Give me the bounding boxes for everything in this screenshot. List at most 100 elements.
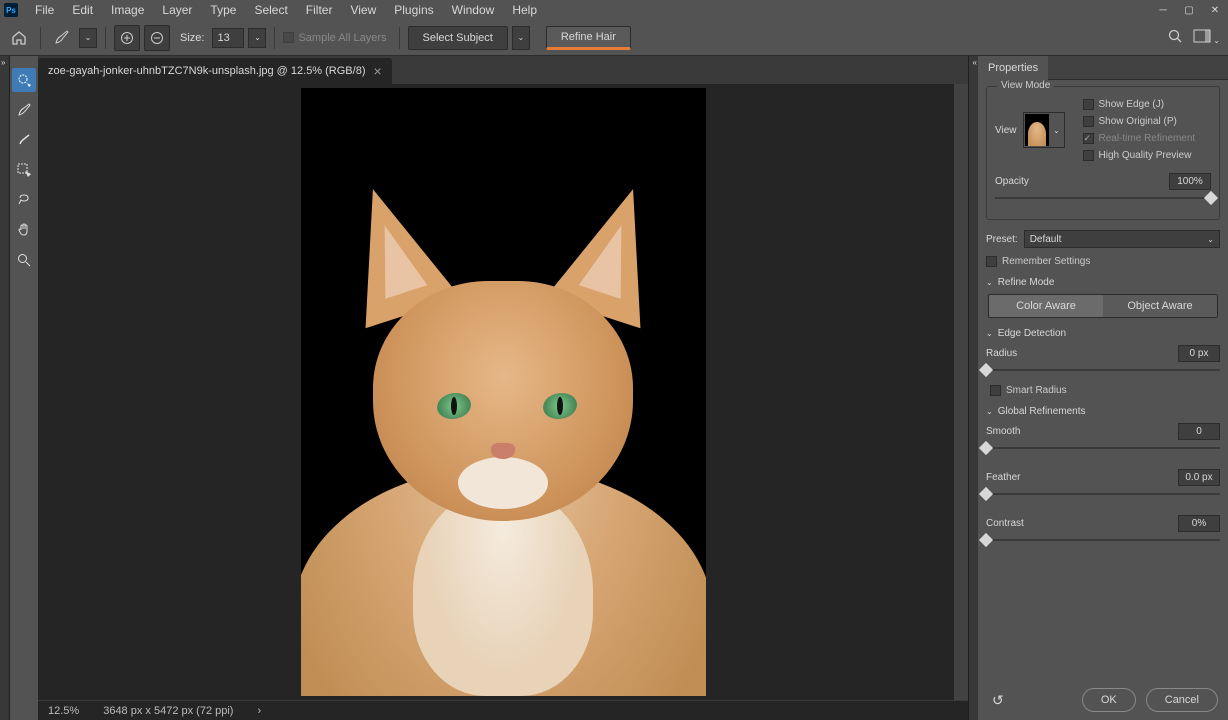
lasso-icon [16, 192, 32, 208]
object-aware-button[interactable]: Object Aware [1103, 295, 1217, 317]
status-dimensions: 3648 px x 5472 px (72 ppi) [103, 705, 233, 717]
menu-select[interactable]: Select [245, 1, 296, 19]
smart-radius-label: Smart Radius [1006, 385, 1067, 396]
tool-brush[interactable] [12, 128, 36, 152]
menu-image[interactable]: Image [102, 1, 153, 19]
document-tab[interactable]: zoe-gayah-jonker-uhnbTZC7N9k-unsplash.jp… [38, 58, 392, 84]
preset-label: Preset: [986, 234, 1018, 245]
show-edge-checkbox[interactable] [1083, 99, 1094, 110]
size-label: Size: [180, 32, 208, 44]
smart-radius-checkbox[interactable] [990, 385, 1001, 396]
properties-panel: Properties View Mode View ⌄ Show Edge (J… [978, 56, 1228, 720]
tool-lasso[interactable] [12, 188, 36, 212]
brush-size-input[interactable] [212, 28, 244, 48]
menu-window[interactable]: Window [443, 1, 504, 19]
remember-settings-checkbox[interactable] [986, 256, 997, 267]
menu-type[interactable]: Type [201, 1, 245, 19]
zoom-icon [16, 252, 32, 268]
window-minimize[interactable]: ─ [1150, 0, 1176, 20]
status-arrow-icon[interactable]: › [257, 705, 261, 717]
document-tab-bar: zoe-gayah-jonker-uhnbTZC7N9k-unsplash.jp… [38, 56, 968, 84]
refine-hair-button[interactable]: Refine Hair [546, 26, 631, 50]
brush-size-dropdown[interactable]: ⌄ [248, 28, 266, 48]
smooth-input[interactable] [1178, 423, 1220, 440]
properties-tab[interactable]: Properties [978, 56, 1048, 80]
opacity-slider[interactable] [995, 193, 1211, 203]
menu-filter[interactable]: Filter [297, 1, 342, 19]
close-document-icon[interactable]: × [373, 63, 381, 79]
status-zoom[interactable]: 12.5% [48, 705, 79, 717]
menu-layer[interactable]: Layer [153, 1, 201, 19]
feather-input[interactable] [1178, 469, 1220, 486]
remember-settings-label: Remember Settings [1002, 256, 1090, 267]
show-original-checkbox[interactable] [1083, 116, 1094, 127]
hand-icon [16, 222, 32, 238]
view-label: View [995, 125, 1017, 136]
color-aware-button[interactable]: Color Aware [989, 295, 1103, 317]
global-refinements-header[interactable]: ⌄Global Refinements [986, 406, 1220, 417]
menu-file[interactable]: File [26, 1, 63, 19]
refine-mode-header[interactable]: ⌄Refine Mode [986, 277, 1220, 288]
edge-detection-header[interactable]: ⌄Edge Detection [986, 328, 1220, 339]
preset-value: Default [1030, 234, 1062, 245]
refine-brush-icon [16, 102, 32, 118]
view-mode-legend: View Mode [997, 80, 1054, 91]
radius-label: Radius [986, 348, 1017, 359]
menu-plugins[interactable]: Plugins [385, 1, 442, 19]
hq-preview-label: High Quality Preview [1099, 150, 1192, 161]
expand-left-panels[interactable]: » [0, 56, 10, 720]
workspace-icon[interactable]: ⌄ [1193, 29, 1220, 46]
opacity-input[interactable] [1169, 173, 1211, 190]
view-thumbnail [1025, 114, 1049, 146]
contrast-input[interactable] [1178, 515, 1220, 532]
search-icon[interactable] [1167, 28, 1183, 47]
expand-right-panels[interactable]: « [968, 56, 978, 720]
sample-all-layers-label: Sample All Layers [298, 32, 390, 44]
brush-tool-icon [16, 132, 32, 148]
tool-hand[interactable] [12, 218, 36, 242]
brush-preset-dropdown[interactable]: ⌄ [79, 28, 97, 48]
reset-button[interactable]: ↺ [992, 692, 1004, 709]
window-maximize[interactable]: ▢ [1176, 0, 1202, 20]
feather-label: Feather [986, 472, 1020, 483]
show-edge-label: Show Edge (J) [1099, 99, 1165, 110]
document-title: zoe-gayah-jonker-uhnbTZC7N9k-unsplash.jp… [48, 65, 365, 77]
brush-preset-icon[interactable] [49, 25, 75, 51]
preset-dropdown[interactable]: Default ⌄ [1024, 230, 1220, 248]
tool-refine-edge-brush[interactable] [12, 98, 36, 122]
menu-edit[interactable]: Edit [63, 1, 102, 19]
tool-object-selection[interactable] [12, 158, 36, 182]
feather-slider[interactable] [986, 489, 1220, 499]
tool-quick-selection[interactable] [12, 68, 36, 92]
canvas[interactable] [38, 84, 968, 700]
status-bar: 12.5% 3648 px x 5472 px (72 ppi) › [38, 700, 968, 720]
artboard [301, 88, 706, 696]
radius-input[interactable] [1178, 345, 1220, 362]
tool-zoom[interactable] [12, 248, 36, 272]
hq-preview-checkbox[interactable] [1083, 150, 1094, 161]
select-subject-button[interactable]: Select Subject [408, 26, 508, 50]
contrast-slider[interactable] [986, 535, 1220, 545]
brush-icon [53, 29, 71, 47]
select-subject-dropdown[interactable]: ⌄ [512, 26, 530, 50]
sample-all-layers-checkbox[interactable] [283, 32, 294, 43]
ok-button[interactable]: OK [1082, 688, 1136, 712]
home-button[interactable] [6, 25, 32, 51]
home-icon [11, 30, 27, 46]
radius-slider[interactable] [986, 365, 1220, 375]
cancel-button[interactable]: Cancel [1146, 688, 1218, 712]
options-bar: ⌄ Size: ⌄ Sample All Layers Select Subje… [0, 20, 1228, 56]
subtract-mode-button[interactable] [144, 25, 170, 51]
menu-help[interactable]: Help [503, 1, 546, 19]
window-close[interactable]: ✕ [1202, 0, 1228, 20]
smooth-slider[interactable] [986, 443, 1220, 453]
menu-view[interactable]: View [341, 1, 385, 19]
show-original-label: Show Original (P) [1099, 116, 1177, 127]
add-icon [120, 31, 134, 45]
add-mode-button[interactable] [114, 25, 140, 51]
app-logo: Ps [4, 3, 18, 17]
view-mode-picker[interactable]: ⌄ [1023, 112, 1065, 148]
view-mode-section: View Mode View ⌄ Show Edge (J) Show Orig… [986, 86, 1220, 220]
vertical-scrollbar[interactable] [954, 84, 968, 700]
realtime-refinement-label: Real-time Refinement [1099, 133, 1196, 144]
